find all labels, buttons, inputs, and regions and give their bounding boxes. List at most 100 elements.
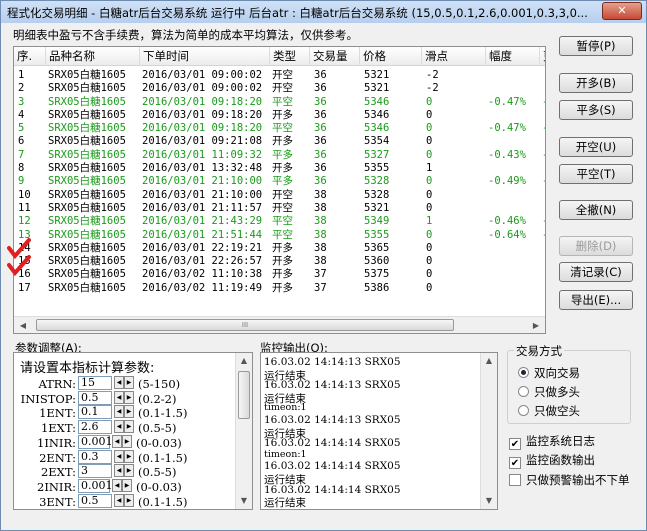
close-button[interactable]: ✕ (602, 2, 642, 20)
table-row[interactable]: 1 SRX05白糖1605 2016/03/01 09:00:02 开空 36 5321 -… (14, 69, 545, 82)
col-header-more[interactable]: 更 (540, 47, 545, 66)
param-spinner[interactable]: ◀ ▶ (114, 376, 136, 390)
radio-label: 只做多头 (534, 385, 580, 399)
param-spinner[interactable]: ◀ ▶ (114, 464, 136, 478)
spin-left-icon[interactable]: ◀ (114, 420, 124, 434)
close-short-button[interactable]: 平空(T) (559, 164, 633, 184)
table-row[interactable]: 15 SRX05白糖1605 2016/03/01 22:26:57 开多 38 5360… (14, 255, 545, 268)
param-spinner[interactable]: ◀ ▶ (114, 493, 136, 508)
table-row[interactable]: 9 SRX05白糖1605 2016/03/01 21:10:00 平多 36 5328 0… (14, 175, 545, 188)
param-input[interactable]: 0.5 (78, 390, 112, 405)
horizontal-scrollbar[interactable]: ◀ III ▶ (14, 316, 545, 333)
cell-type: 开多 (272, 162, 293, 175)
checkbox-monitor-log[interactable]: ✔ 监控系统日志 (509, 433, 595, 450)
radio-icon[interactable] (518, 386, 529, 397)
spin-left-icon[interactable]: ◀ (114, 449, 124, 463)
checkbox-icon[interactable] (509, 474, 521, 486)
spin-right-icon[interactable]: ▶ (122, 478, 132, 492)
param-input[interactable]: 0.3 (78, 449, 112, 464)
table-row[interactable]: 12 SRX05白糖1605 2016/03/01 21:43:29 平空 38 5349… (14, 215, 545, 228)
checkbox-icon[interactable]: ✔ (509, 438, 521, 450)
title-bar[interactable]: 程式化交易明细 - 白糖atr后台交易系统 运行中 后台atr : 白糖atr后… (1, 1, 646, 23)
col-header-time[interactable]: 下单时间 (140, 47, 270, 66)
col-header-type[interactable]: 类型 (270, 47, 310, 66)
spin-left-icon[interactable]: ◀ (114, 493, 124, 507)
cancel-all-button[interactable]: 全撤(N) (559, 200, 633, 220)
table-row[interactable]: 13 SRX05白糖1605 2016/03/01 21:51:44 平空 38 5355… (14, 229, 545, 242)
table-row[interactable]: 2 SRX05白糖1605 2016/03/01 09:00:02 开空 36 5321 -… (14, 82, 545, 95)
param-name: 2EXT: (40, 465, 76, 480)
table-row[interactable]: 6 SRX05白糖1605 2016/03/01 09:21:08 开多 36 5354 0 (14, 135, 545, 148)
spin-right-icon[interactable]: ▶ (124, 464, 134, 478)
checkbox-alert-only[interactable]: 只做预警输出不下单 (509, 472, 630, 487)
param-input[interactable]: 2.6 (78, 420, 112, 435)
param-spinner[interactable]: ◀ ▶ (112, 478, 134, 493)
col-header-price[interactable]: 价格 (360, 47, 422, 66)
col-header-range[interactable]: 幅度 (486, 47, 540, 66)
col-header-name[interactable]: 品种名称 (46, 47, 140, 66)
monitor-output[interactable]: 16.03.02 14:14:13 SRX05 运行结束 16.03.02 14:1… (260, 352, 498, 510)
param-spinner[interactable]: ◀ ▶ (114, 390, 136, 405)
param-input[interactable]: 3 (78, 464, 112, 479)
radio-short-only[interactable]: 只做空头 (518, 403, 580, 418)
open-long-button[interactable]: 开多(B) (559, 73, 633, 93)
table-row[interactable]: 5 SRX05白糖1605 2016/03/01 09:18:20 平空 36 5346 0… (14, 122, 545, 135)
close-long-button[interactable]: 平多(S) (559, 100, 633, 120)
param-spinner[interactable]: ◀ ▶ (112, 434, 134, 449)
spin-right-icon[interactable]: ▶ (124, 376, 134, 389)
param-input[interactable]: 0.001 (78, 434, 113, 449)
table-row[interactable]: 11 SRX05白糖1605 2016/03/01 21:11:57 开空 38 5321… (14, 202, 545, 215)
scroll-thumb[interactable]: III (36, 319, 454, 331)
table-row[interactable]: 7 SRX05白糖1605 2016/03/01 11:09:32 平多 36 5327 0… (14, 149, 545, 162)
table-row[interactable]: 8 SRX05白糖1605 2016/03/01 13:32:48 开多 36 5355 1 (14, 162, 545, 175)
spin-left-icon[interactable]: ◀ (112, 434, 122, 448)
table-row[interactable]: 16 SRX05白糖1605 2016/03/02 11:10:38 开多 37 5375… (14, 268, 545, 281)
table-row[interactable]: 4 SRX05白糖1605 2016/03/01 09:18:20 开多 36 5346 0 (14, 109, 545, 122)
col-header-slip[interactable]: 滑点 (422, 47, 486, 66)
params-vertical-scrollbar[interactable]: ▲ ▼ (235, 353, 252, 509)
col-header-seq[interactable]: 序. (14, 47, 46, 66)
open-short-button[interactable]: 开空(U) (559, 137, 633, 157)
scroll-right-icon[interactable]: ▶ (529, 319, 543, 332)
params-scroll-thumb[interactable] (238, 371, 250, 419)
monitor-vertical-scrollbar[interactable]: ▲ ▼ (480, 353, 497, 509)
radio-icon[interactable] (518, 405, 529, 416)
table-row[interactable]: 10 SRX05白糖1605 2016/03/01 21:10:00 开空 38 5328… (14, 189, 545, 202)
cell-time: 2016/03/01 22:19:21 (142, 241, 263, 254)
clear-log-button[interactable]: 清记录(C) (559, 262, 633, 282)
spin-left-icon[interactable]: ◀ (114, 405, 124, 419)
scroll-down-icon[interactable]: ▼ (236, 494, 252, 508)
param-spinner[interactable]: ◀ ▶ (114, 405, 136, 419)
spin-left-icon[interactable]: ◀ (114, 376, 124, 389)
radio-icon[interactable] (518, 367, 529, 378)
checkbox-monitor-func[interactable]: ✔ 监控函数输出 (509, 452, 595, 469)
spin-left-icon[interactable]: ◀ (114, 464, 124, 478)
checkbox-icon[interactable]: ✔ (509, 457, 521, 469)
table-row[interactable]: 3 SRX05白糖1605 2016/03/01 09:18:20 平空 36 5346 0… (14, 96, 545, 109)
spin-right-icon[interactable]: ▶ (124, 493, 134, 507)
pause-button[interactable]: 暂停(P) (559, 36, 633, 56)
param-input[interactable]: 0.001 (78, 478, 113, 493)
spin-right-icon[interactable]: ▶ (124, 449, 134, 463)
export-button[interactable]: 导出(E)... (559, 290, 633, 310)
spin-left-icon[interactable]: ◀ (114, 390, 124, 404)
scroll-up-icon[interactable]: ▲ (481, 354, 497, 368)
table-row[interactable]: 14 SRX05白糖1605 2016/03/01 22:19:21 开多 38 5365… (14, 241, 545, 255)
radio-long-only[interactable]: 只做多头 (518, 384, 580, 399)
scroll-down-icon[interactable]: ▼ (481, 494, 497, 508)
scroll-up-icon[interactable]: ▲ (236, 354, 252, 368)
spin-right-icon[interactable]: ▶ (124, 390, 134, 404)
spin-right-icon[interactable]: ▶ (122, 434, 132, 448)
param-spinner[interactable]: ◀ ▶ (114, 420, 136, 434)
col-header-qty[interactable]: 交易量 (310, 47, 360, 66)
param-input[interactable]: 15 (78, 376, 112, 390)
param-spinner[interactable]: ◀ ▶ (114, 449, 136, 464)
radio-both-directions[interactable]: 双向交易 (518, 365, 580, 380)
param-input[interactable]: 0.5 (78, 493, 112, 508)
spin-right-icon[interactable]: ▶ (124, 405, 134, 419)
scroll-left-icon[interactable]: ◀ (16, 319, 30, 332)
table-row[interactable]: 17 SRX05白糖1605 2016/03/02 11:19:49 开多 37 5386… (14, 282, 545, 295)
spin-right-icon[interactable]: ▶ (124, 420, 134, 434)
param-input[interactable]: 0.1 (78, 405, 112, 420)
spin-left-icon[interactable]: ◀ (112, 478, 122, 492)
